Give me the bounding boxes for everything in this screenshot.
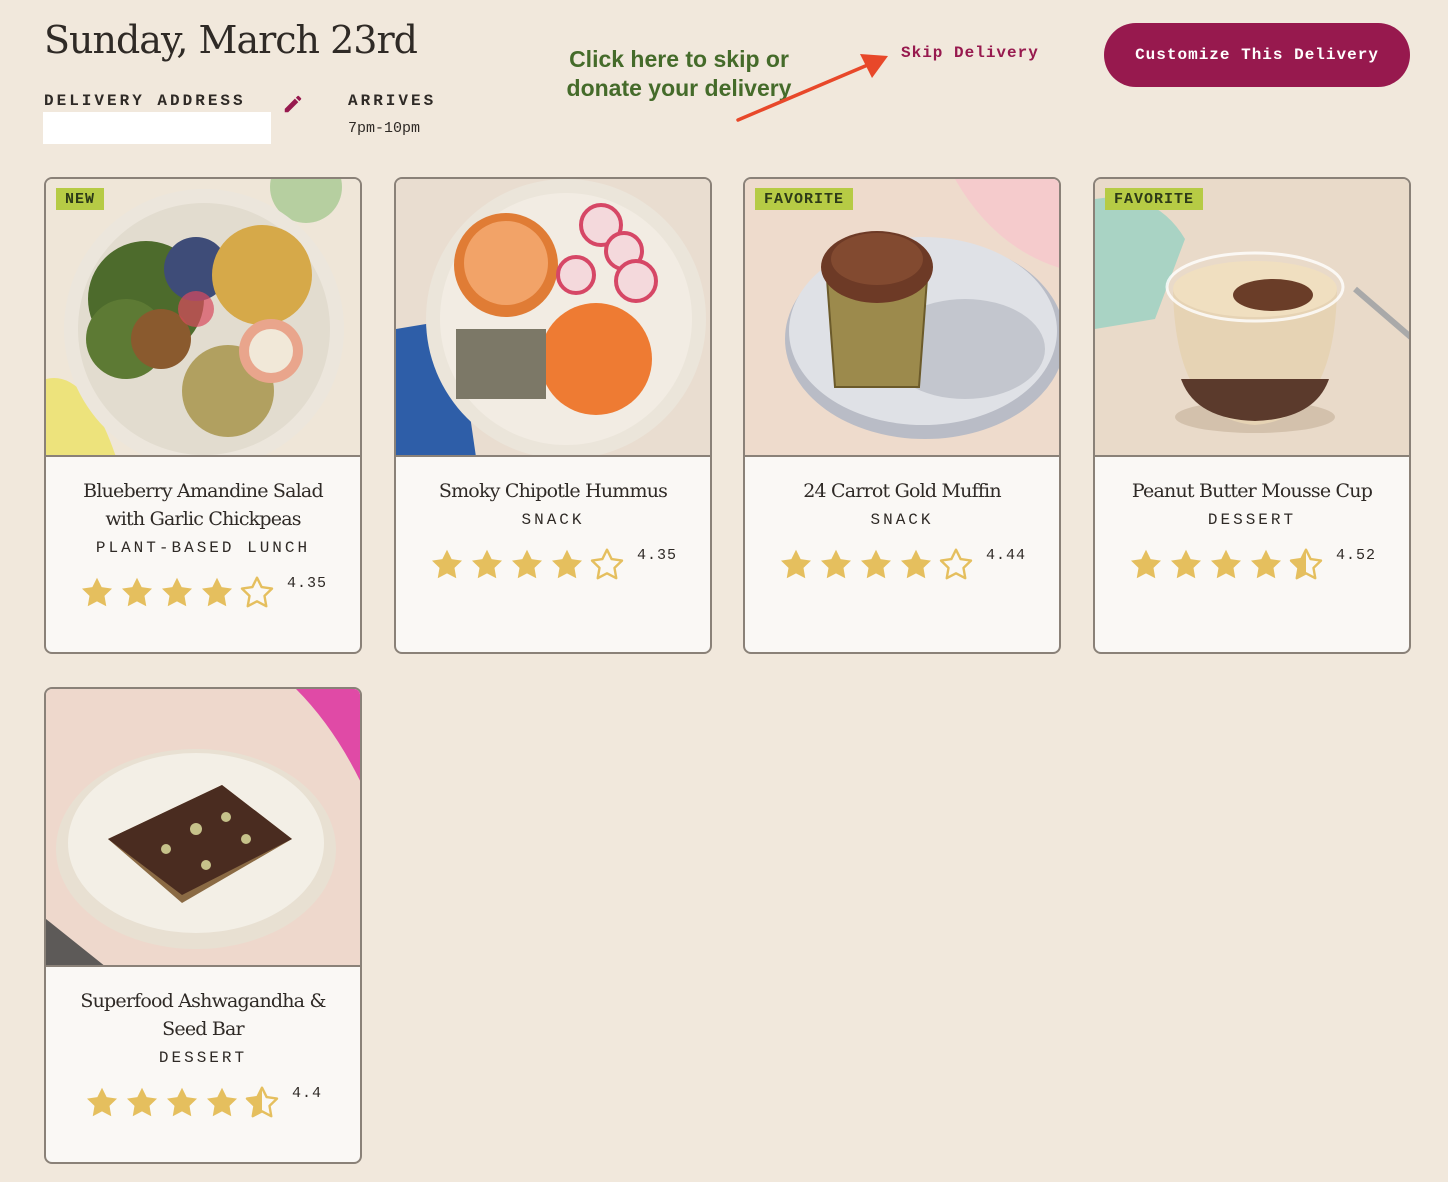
rating-value: 4.4 (291, 1085, 322, 1102)
salad-bowl-photo: NEW (46, 179, 360, 457)
meal-category: DESSERT (1207, 511, 1297, 529)
star-rating (84, 1085, 280, 1121)
star-half-icon (1289, 548, 1323, 580)
rating-value: 4.44 (985, 547, 1026, 564)
rating-value: 4.35 (636, 547, 677, 564)
muffin-photo: FAVORITE (745, 179, 1059, 457)
star-empty-icon (939, 548, 973, 580)
star-half-icon (245, 1086, 279, 1118)
star-full-icon (1250, 549, 1281, 579)
pencil-edit-icon[interactable] (282, 93, 304, 115)
badge-favorite: FAVORITE (755, 188, 854, 210)
meal-rating: 4.35 (396, 547, 710, 583)
annotation-arrow-icon (736, 54, 888, 122)
star-full-icon (780, 549, 811, 579)
star-full-icon (201, 577, 232, 607)
star-full-icon (471, 549, 502, 579)
meal-rating: 4.44 (745, 547, 1059, 583)
star-full-icon (900, 549, 931, 579)
hummus-plate-photo (396, 179, 710, 457)
star-full-icon (511, 549, 542, 579)
meal-name: Superfood Ashwagandha & Seed Bar (80, 990, 326, 1040)
meal-card[interactable]: FAVORITE Peanut Butter Mousse Cup DESSER… (1093, 177, 1411, 654)
meal-card[interactable]: NEW Blueberry Amandine Salad with Garlic… (44, 177, 362, 654)
star-full-icon (121, 577, 152, 607)
meal-category: PLANT-BASED LUNCH (95, 539, 311, 557)
meal-rating: 4.52 (1095, 547, 1409, 583)
star-full-icon (431, 549, 462, 579)
meal-name: Smoky Chipotle Hummus (438, 480, 668, 502)
rating-value: 4.35 (286, 575, 327, 592)
star-full-icon (1170, 549, 1201, 579)
star-full-icon (206, 1087, 237, 1117)
meal-category: SNACK (870, 511, 934, 529)
meal-name: Blueberry Amandine Salad with Garlic Chi… (83, 480, 323, 530)
star-full-icon (860, 549, 891, 579)
meal-name: 24 Carrot Gold Muffin (803, 480, 1001, 502)
delivery-address-value (43, 112, 271, 144)
delivery-address-label: DELIVERY ADDRESS (44, 92, 246, 110)
star-rating (429, 547, 625, 583)
customize-delivery-button[interactable]: Customize This Delivery (1104, 23, 1410, 87)
skip-delivery-link[interactable]: Skip Delivery (901, 44, 1039, 62)
star-full-icon (1210, 549, 1241, 579)
star-empty-icon (590, 548, 624, 580)
badge-favorite: FAVORITE (1105, 188, 1204, 210)
star-full-icon (820, 549, 851, 579)
star-full-icon (1130, 549, 1161, 579)
star-full-icon (166, 1087, 197, 1117)
arrives-label: ARRIVES (348, 92, 437, 110)
star-full-icon (81, 577, 112, 607)
delivery-date-title: Sunday, March 23rd (44, 18, 418, 62)
star-full-icon (551, 549, 582, 579)
star-rating (79, 575, 275, 611)
badge-new: NEW (56, 188, 105, 210)
star-rating (778, 547, 974, 583)
star-full-icon (126, 1087, 157, 1117)
meal-card[interactable]: Smoky Chipotle Hummus SNACK 4.35 (394, 177, 712, 654)
meal-category: SNACK (521, 511, 585, 529)
star-full-icon (161, 577, 192, 607)
meal-rating: 4.35 (46, 575, 360, 611)
seed-bar-photo (46, 689, 360, 967)
meal-rating: 4.4 (46, 1085, 360, 1121)
meal-name: Peanut Butter Mousse Cup (1131, 480, 1373, 502)
mousse-cup-photo: FAVORITE (1095, 179, 1409, 457)
star-empty-icon (240, 576, 274, 608)
meal-category: DESSERT (158, 1049, 248, 1067)
star-full-icon (86, 1087, 117, 1117)
rating-value: 4.52 (1335, 547, 1376, 564)
star-rating (1128, 547, 1324, 583)
arrives-time: 7pm-10pm (348, 120, 421, 137)
meal-card[interactable]: FAVORITE 24 Carrot Gold Muffin SNACK 4.4… (743, 177, 1061, 654)
meal-card[interactable]: Superfood Ashwagandha & Seed Bar DESSERT… (44, 687, 362, 1164)
